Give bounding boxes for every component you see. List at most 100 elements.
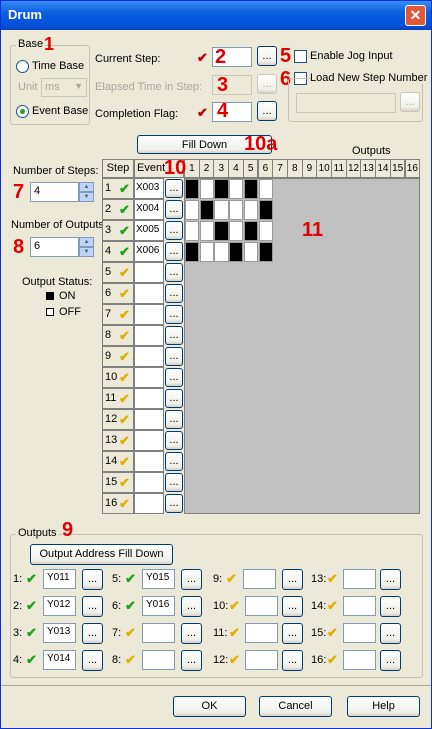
- step-event-browse-button[interactable]: ...: [165, 305, 183, 324]
- output-address-browse-button[interactable]: ...: [181, 623, 202, 644]
- output-address-field[interactable]: [343, 650, 376, 670]
- step-event-browse-button[interactable]: ...: [165, 221, 183, 240]
- step-event-cell[interactable]: [134, 472, 164, 493]
- matrix-cell[interactable]: [258, 179, 273, 199]
- output-address-browse-button[interactable]: ...: [82, 650, 103, 671]
- event-base-radio[interactable]: [16, 105, 29, 118]
- step-event-cell[interactable]: [134, 430, 164, 451]
- step-event-cell[interactable]: [134, 493, 164, 514]
- step-event-browse-button[interactable]: ...: [165, 494, 183, 513]
- output-address-browse-button[interactable]: ...: [282, 650, 303, 671]
- output-address-browse-button[interactable]: ...: [282, 623, 303, 644]
- step-event-browse-button[interactable]: ...: [165, 179, 183, 198]
- matrix-cell[interactable]: [185, 221, 200, 241]
- step-event-cell[interactable]: [134, 325, 164, 346]
- matrix-cell[interactable]: [258, 242, 273, 262]
- step-event-cell[interactable]: [134, 388, 164, 409]
- output-address-field[interactable]: [142, 623, 175, 643]
- matrix-cell[interactable]: [243, 179, 258, 199]
- unit-select[interactable]: ms ▼: [41, 78, 87, 97]
- step-event-browse-button[interactable]: ...: [165, 431, 183, 450]
- output-address-browse-button[interactable]: ...: [380, 650, 401, 671]
- matrix-cell[interactable]: [199, 221, 214, 241]
- output-address-field[interactable]: [343, 596, 376, 616]
- output-address-field[interactable]: Y016: [142, 596, 175, 616]
- step-event-cell[interactable]: [134, 451, 164, 472]
- output-address-browse-button[interactable]: ...: [82, 596, 103, 617]
- output-address-field[interactable]: Y014: [43, 650, 76, 670]
- matrix-cell[interactable]: [185, 242, 200, 262]
- matrix-cell[interactable]: [229, 179, 244, 199]
- matrix-cell[interactable]: [258, 221, 273, 241]
- step-event-browse-button[interactable]: ...: [165, 263, 183, 282]
- matrix-cell[interactable]: [185, 179, 200, 199]
- enable-jog-checkbox[interactable]: [294, 50, 307, 63]
- output-address-field[interactable]: [142, 650, 175, 670]
- cancel-button[interactable]: Cancel: [259, 696, 332, 717]
- step-event-browse-button[interactable]: ...: [165, 284, 183, 303]
- output-address-field[interactable]: Y011: [43, 569, 76, 589]
- output-address-field[interactable]: [343, 623, 376, 643]
- step-event-cell[interactable]: [134, 304, 164, 325]
- output-address-browse-button[interactable]: ...: [380, 596, 401, 617]
- step-event-browse-button[interactable]: ...: [165, 242, 183, 261]
- number-of-steps-spinner[interactable]: ▲ ▼: [79, 182, 94, 202]
- ok-button[interactable]: OK: [173, 696, 246, 717]
- spin-up-icon[interactable]: ▲: [79, 237, 94, 247]
- spin-down-icon[interactable]: ▼: [79, 192, 94, 202]
- output-address-field[interactable]: Y015: [142, 569, 175, 589]
- matrix-cell[interactable]: [243, 242, 258, 262]
- output-address-field[interactable]: [243, 569, 276, 589]
- help-button[interactable]: Help: [347, 696, 420, 717]
- output-address-browse-button[interactable]: ...: [181, 596, 202, 617]
- output-address-browse-button[interactable]: ...: [380, 569, 401, 590]
- matrix-cell[interactable]: [243, 221, 258, 241]
- matrix-cell[interactable]: [185, 200, 200, 220]
- step-event-cell[interactable]: X004: [134, 199, 164, 220]
- output-address-browse-button[interactable]: ...: [282, 596, 303, 617]
- step-event-browse-button[interactable]: ...: [165, 452, 183, 471]
- output-address-field[interactable]: [245, 596, 278, 616]
- output-address-browse-button[interactable]: ...: [82, 569, 103, 590]
- step-event-browse-button[interactable]: ...: [165, 326, 183, 345]
- matrix-cell[interactable]: [229, 221, 244, 241]
- completion-flag-browse-button[interactable]: ...: [257, 101, 277, 121]
- number-of-outputs-spinner[interactable]: ▲ ▼: [79, 237, 94, 257]
- matrix-cell[interactable]: [229, 200, 244, 220]
- current-step-browse-button[interactable]: ...: [257, 46, 277, 66]
- step-event-cell[interactable]: [134, 409, 164, 430]
- output-address-browse-button[interactable]: ...: [282, 569, 303, 590]
- matrix-cell[interactable]: [258, 200, 273, 220]
- matrix-cell[interactable]: [214, 221, 229, 241]
- step-event-browse-button[interactable]: ...: [165, 200, 183, 219]
- output-address-fill-down-button[interactable]: Output Address Fill Down: [30, 544, 173, 565]
- matrix-cell[interactable]: [199, 200, 214, 220]
- output-address-field[interactable]: [343, 569, 376, 589]
- matrix-cell[interactable]: [214, 242, 229, 262]
- number-of-steps-field[interactable]: 4: [30, 182, 79, 202]
- matrix-cell[interactable]: [243, 200, 258, 220]
- step-event-cell[interactable]: X003: [134, 178, 164, 199]
- step-event-cell[interactable]: [134, 367, 164, 388]
- output-address-field[interactable]: [245, 623, 278, 643]
- step-event-browse-button[interactable]: ...: [165, 368, 183, 387]
- matrix-cell[interactable]: [214, 179, 229, 199]
- step-event-browse-button[interactable]: ...: [165, 473, 183, 492]
- step-event-cell[interactable]: X006: [134, 241, 164, 262]
- step-event-cell[interactable]: [134, 283, 164, 304]
- matrix-cell[interactable]: [199, 179, 214, 199]
- output-address-field[interactable]: [245, 650, 278, 670]
- output-address-browse-button[interactable]: ...: [181, 650, 202, 671]
- time-base-radio[interactable]: [16, 60, 29, 73]
- close-button[interactable]: ✕: [405, 5, 426, 26]
- output-address-field[interactable]: Y012: [43, 596, 76, 616]
- matrix-cell[interactable]: [214, 200, 229, 220]
- step-event-cell[interactable]: X005: [134, 220, 164, 241]
- step-event-browse-button[interactable]: ...: [165, 347, 183, 366]
- spin-down-icon[interactable]: ▼: [79, 247, 94, 257]
- output-address-browse-button[interactable]: ...: [380, 623, 401, 644]
- matrix-cell[interactable]: [229, 242, 244, 262]
- step-event-browse-button[interactable]: ...: [165, 410, 183, 429]
- output-address-browse-button[interactable]: ...: [181, 569, 202, 590]
- step-event-browse-button[interactable]: ...: [165, 389, 183, 408]
